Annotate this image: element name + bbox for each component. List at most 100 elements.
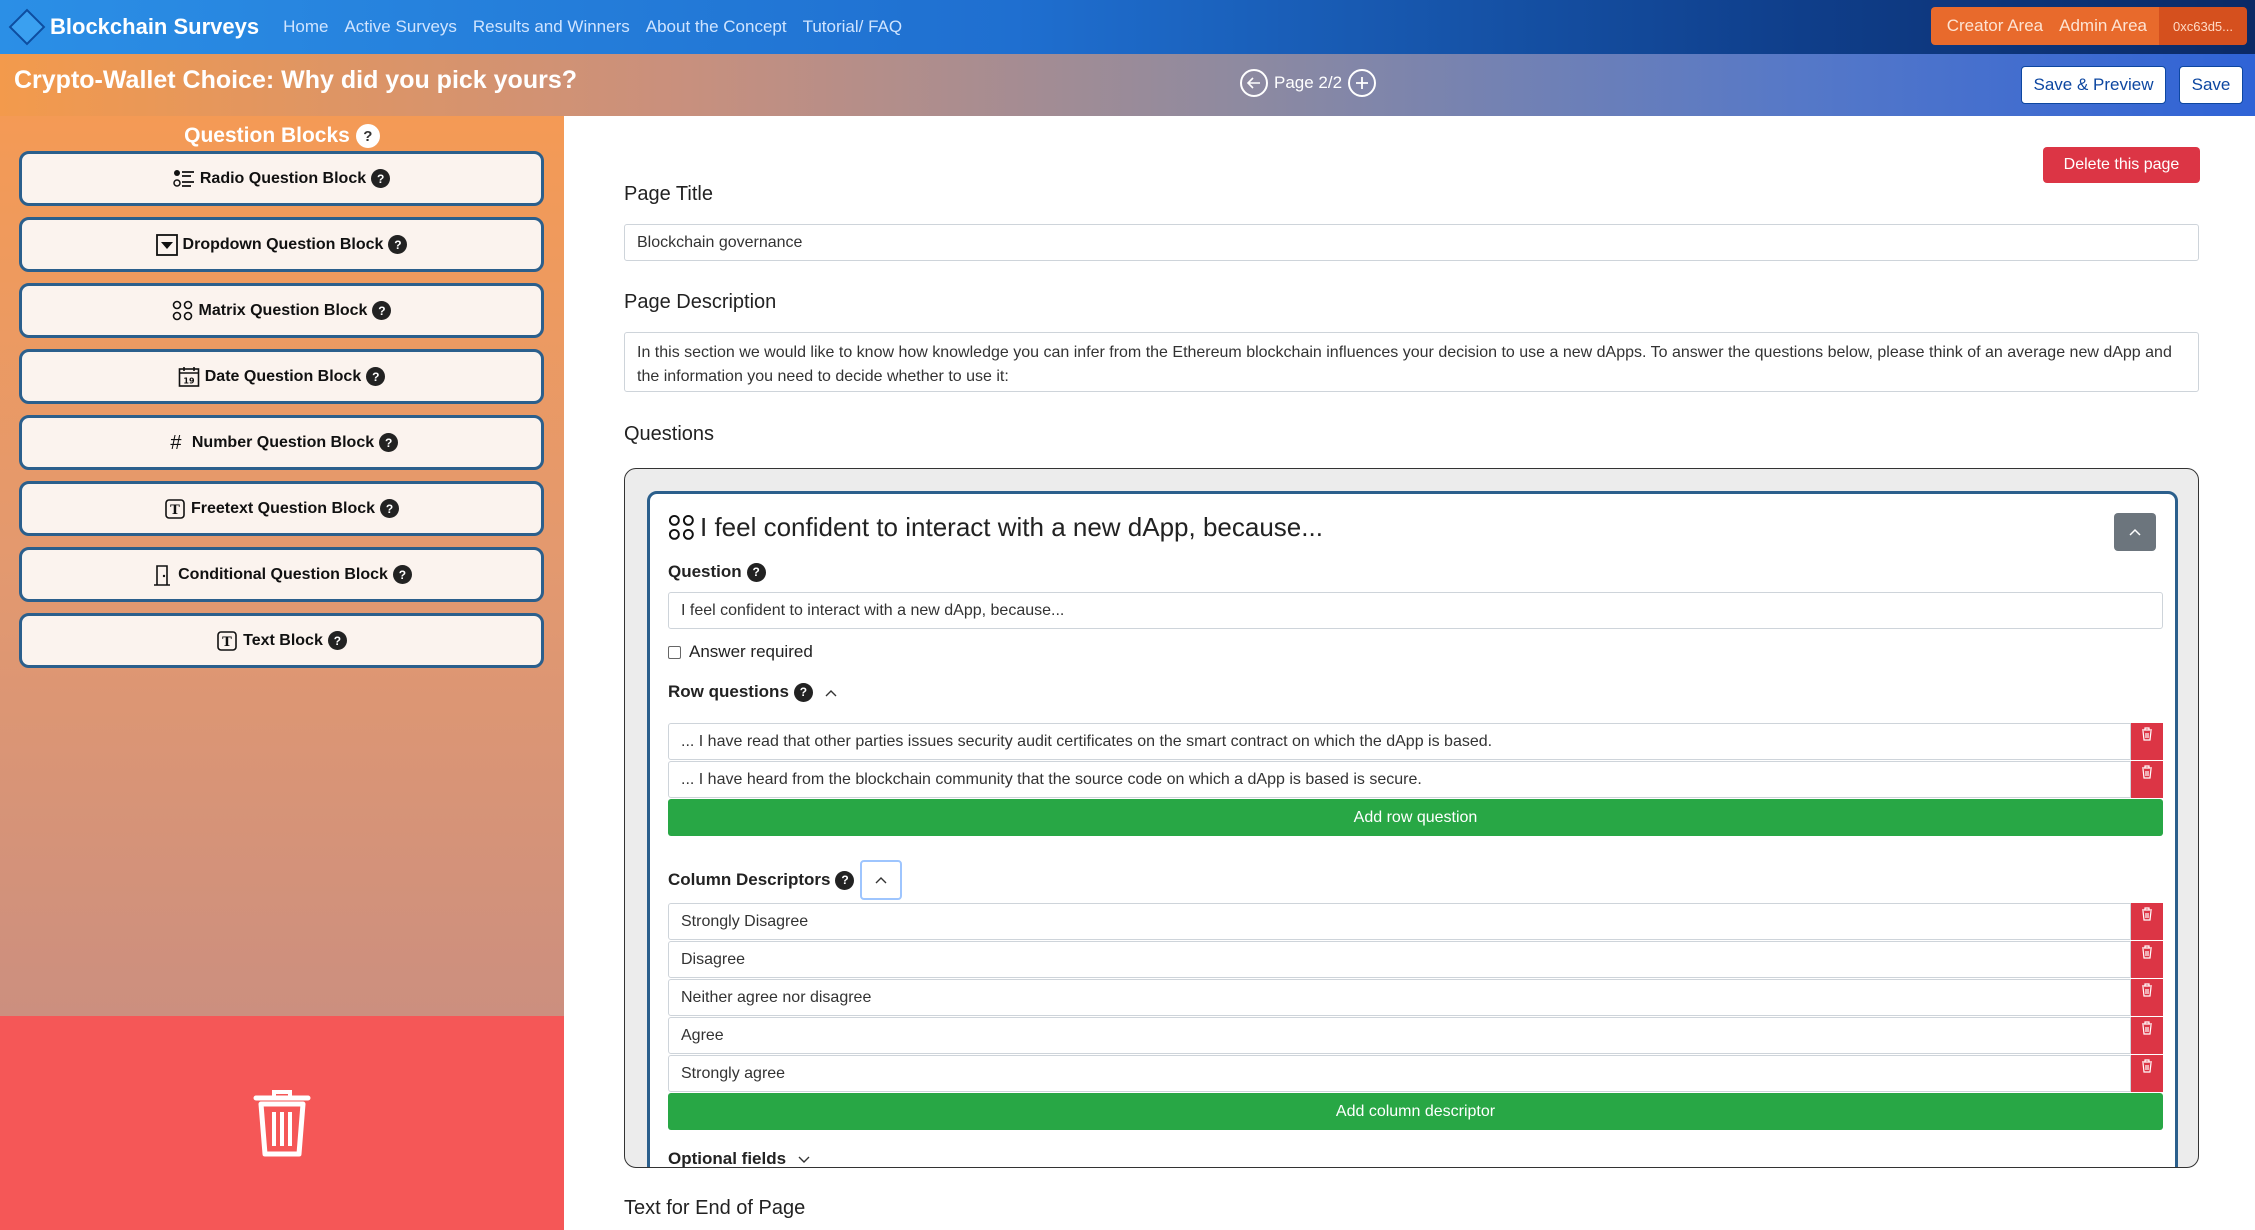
conditional-question-block[interactable]: Conditional Question Block ?	[19, 547, 544, 602]
answer-required-row[interactable]: Answer required	[668, 642, 813, 662]
help-icon[interactable]: ?	[392, 565, 412, 584]
row-question-input[interactable]: ... I have read that other parties issue…	[668, 723, 2131, 760]
nav-link-about[interactable]: About the Concept	[646, 17, 787, 37]
chevron-up-icon	[875, 877, 887, 884]
date-question-block[interactable]: 19 Date Question Block ?	[19, 349, 544, 404]
matrix-icon	[172, 300, 192, 320]
question-card-title-text: I feel confident to interact with a new …	[700, 512, 1323, 542]
column-descriptor-input[interactable]: Agree	[668, 1017, 2131, 1054]
freetext-icon: T	[165, 498, 185, 519]
number-question-block[interactable]: # Number Question Block ?	[19, 415, 544, 470]
column-descriptors-label: Column Descriptors	[668, 870, 831, 889]
add-row-question-button[interactable]: Add row question	[668, 799, 2163, 836]
help-icon[interactable]: ?	[746, 562, 766, 582]
radio-list-icon	[173, 169, 194, 187]
trash-drop-zone[interactable]	[0, 1016, 564, 1230]
help-icon[interactable]: ?	[388, 235, 408, 254]
column-descriptor-input[interactable]: Disagree	[668, 941, 2131, 978]
trash-icon	[253, 1090, 311, 1157]
row-question-input[interactable]: ... I have heard from the blockchain com…	[668, 761, 2131, 798]
page-title-input[interactable]: Blockchain governance	[624, 224, 2199, 261]
help-icon[interactable]: ?	[380, 499, 400, 518]
nav-links: Home Active Surveys Results and Winners …	[283, 17, 918, 37]
creator-area-link[interactable]: Creator Area	[1930, 7, 2056, 45]
delete-column-button[interactable]	[2131, 941, 2163, 978]
radio-question-block[interactable]: Radio Question Block ?	[19, 151, 544, 206]
trash-icon	[2142, 907, 2152, 921]
chevron-down-icon	[798, 1156, 810, 1163]
wallet-address[interactable]: 0xc63d5...	[2159, 7, 2247, 45]
answer-required-checkbox[interactable]	[668, 645, 681, 659]
dropdown-question-block[interactable]: Dropdown Question Block ?	[19, 217, 544, 272]
admin-area-link[interactable]: Admin Area	[2055, 7, 2159, 45]
column-descriptors-toggle[interactable]	[860, 860, 903, 900]
row-questions-toggle[interactable]	[825, 685, 837, 700]
help-icon[interactable]: ?	[793, 682, 813, 702]
question-blocks-sidebar: Question Blocks ? Radio Question Block ?…	[0, 116, 564, 1016]
trash-icon	[2142, 945, 2152, 959]
textblock-icon: T	[217, 630, 237, 651]
account-box: Creator Area Admin Area 0xc63d5...	[1930, 7, 2247, 45]
matrix-question-block[interactable]: Matrix Question Block ?	[19, 283, 544, 338]
delete-column-button[interactable]	[2131, 979, 2163, 1016]
delete-row-button[interactable]	[2131, 761, 2163, 798]
page-description-label: Page Description	[624, 291, 777, 313]
brand-logo-icon	[8, 8, 46, 46]
block-label: Dropdown Question Block	[182, 235, 384, 253]
chevron-up-icon	[825, 689, 837, 696]
help-icon[interactable]: ?	[327, 631, 347, 650]
collapse-question-button[interactable]	[2114, 513, 2156, 551]
text-block[interactable]: T Text Block ?	[19, 613, 544, 668]
optional-fields-toggle[interactable]	[798, 1152, 810, 1167]
help-icon[interactable]: ?	[379, 433, 399, 452]
page-editor: Delete this page Page Title Blockchain g…	[564, 116, 2255, 1230]
svg-text:19: 19	[183, 376, 195, 385]
help-icon[interactable]: ?	[355, 124, 380, 148]
column-descriptor-input[interactable]: Neither agree nor disagree	[668, 979, 2131, 1016]
nav-link-tutorial[interactable]: Tutorial/ FAQ	[803, 17, 903, 37]
delete-column-button[interactable]	[2131, 1017, 2163, 1054]
questions-label: Questions	[624, 423, 715, 445]
trash-icon	[2142, 727, 2152, 741]
add-page-button[interactable]	[1348, 69, 1377, 97]
help-icon[interactable]: ?	[371, 169, 391, 188]
matrix-question-card[interactable]: I feel confident to interact with a new …	[647, 491, 2178, 1167]
survey-title: Crypto-Wallet Choice: Why did you pick y…	[14, 66, 578, 94]
page-description-textarea[interactable]: In this section we would like to know ho…	[624, 332, 2199, 392]
help-icon[interactable]: ?	[372, 301, 392, 320]
delete-page-button[interactable]: Delete this page	[2043, 147, 2200, 183]
block-label: Matrix Question Block	[198, 301, 368, 319]
question-card-title: I feel confident to interact with a new …	[668, 512, 1323, 543]
save-preview-button[interactable]: Save & Preview	[2021, 66, 2166, 104]
nav-link-home[interactable]: Home	[283, 17, 328, 37]
help-icon[interactable]: ?	[835, 870, 855, 890]
question-text-input[interactable]: I feel confident to interact with a new …	[668, 592, 2163, 629]
help-icon[interactable]: ?	[366, 367, 386, 386]
matrix-icon	[668, 514, 694, 540]
column-descriptor-input[interactable]: Strongly Disagree	[668, 903, 2131, 940]
delete-row-button[interactable]	[2131, 723, 2163, 760]
chevron-up-icon	[2129, 528, 2141, 536]
brand[interactable]: Blockchain Surveys	[8, 8, 259, 46]
door-icon	[154, 564, 171, 586]
nav-link-active-surveys[interactable]: Active Surveys	[344, 17, 456, 37]
freetext-question-block[interactable]: T Freetext Question Block ?	[19, 481, 544, 536]
block-label: Radio Question Block	[199, 169, 367, 187]
row-questions-header: Row questions ?	[668, 682, 837, 702]
calendar-icon: 19	[178, 366, 200, 387]
prev-page-button[interactable]	[1240, 69, 1268, 97]
nav-link-results[interactable]: Results and Winners	[473, 17, 630, 37]
column-descriptor-input[interactable]: Strongly agree	[668, 1055, 2131, 1092]
question-label-text: Question	[668, 562, 742, 581]
page-pager: Page 2/2	[1240, 69, 1377, 97]
add-column-descriptor-button[interactable]: Add column descriptor	[668, 1093, 2163, 1130]
questions-container: I feel confident to interact with a new …	[624, 468, 2199, 1168]
plus-icon	[1356, 77, 1369, 89]
delete-column-button[interactable]	[2131, 903, 2163, 940]
save-button[interactable]: Save	[2179, 66, 2243, 104]
hash-icon: #	[170, 431, 182, 454]
optional-fields-header[interactable]: Optional fields	[668, 1149, 810, 1167]
row-questions-label: Row questions	[668, 682, 789, 701]
svg-text:T: T	[170, 503, 180, 518]
delete-column-button[interactable]	[2131, 1055, 2163, 1092]
